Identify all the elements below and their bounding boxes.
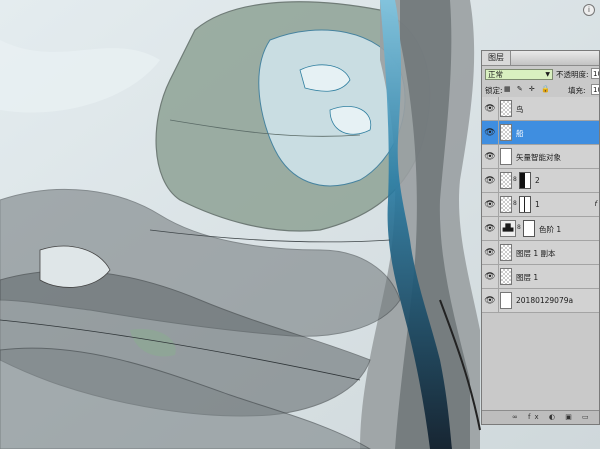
layer-row[interactable]: 👁 船 [482,121,599,145]
layer-thumbnail [500,196,512,213]
layer-name: 船 [516,129,524,138]
layer-name: 图层 1 副本 [516,249,556,258]
layer-name: 20180129079a [516,296,574,305]
eye-icon[interactable]: 👁 [484,151,496,163]
lock-label: 锁定: [485,86,503,95]
chain-link-icon: 8 [513,176,517,183]
eye-icon[interactable]: 👁 [484,223,496,235]
layer-name: 色阶 1 [539,225,562,234]
blend-mode-select[interactable]: 正常 ▼ [485,69,553,80]
layer-row[interactable]: 👁 8 2 [482,169,599,193]
layer-thumbnail [500,268,512,285]
levels-adjustment-icon: ▟▙ [500,220,516,237]
info-icon: i [588,6,590,14]
layer-row[interactable]: 👁 鸟 [482,97,599,121]
layer-mask-thumbnail[interactable] [519,172,531,189]
panel-footer-toolbar[interactable]: ∞ fx ◐ ▣ ▭ ❐ 🗑 [482,410,599,424]
lock-row: 锁定: ▦ ✎ ✛ 🔒 填充: 100 [482,83,599,98]
layer-thumbnail [500,172,512,189]
layer-thumbnail [500,292,512,309]
chain-link-icon: 8 [517,224,521,231]
footer-action-icons[interactable]: ∞ fx ◐ ▣ ▭ ❐ 🗑 [512,413,593,424]
tab-layers[interactable]: 图层 [482,51,511,65]
eye-icon[interactable]: 👁 [484,271,496,283]
eye-icon[interactable]: 👁 [484,175,496,187]
eye-icon[interactable]: 👁 [484,295,496,307]
lock-options-icons[interactable]: ▦ ✎ ✛ 🔒 [504,85,552,93]
smart-object-thumbnail [500,148,512,165]
info-button[interactable]: i [583,4,595,16]
layer-row[interactable]: 👁 图层 1 [482,265,599,289]
panel-tab-bar: 图层 [482,51,599,66]
layer-name: 1 [535,200,540,209]
layer-row[interactable]: 👁 8 1 f [482,193,599,217]
layer-row[interactable]: 👁 20180129079a [482,289,599,313]
layer-row[interactable]: 👁 矢量智能对象 [482,145,599,169]
fill-input[interactable]: 100 [591,84,599,95]
eye-icon[interactable]: 👁 [484,247,496,259]
opacity-label: 不透明度: [556,70,589,79]
layer-row[interactable]: 👁 ▟▙ 8 色阶 1 [482,217,599,241]
blend-row: 正常 ▼ 不透明度: 100 [482,66,599,83]
eye-icon[interactable]: 👁 [484,127,496,139]
blend-mode-value: 正常 [488,70,503,79]
layer-list: 👁 鸟 👁 船 👁 矢量智能对象 👁 8 2 👁 8 1 f 👁 ▟▙ 8 色阶… [482,97,599,313]
chain-link-icon: 8 [513,200,517,207]
layer-thumbnail [500,124,512,141]
opacity-input[interactable]: 100 [591,68,599,79]
chevron-down-icon: ▼ [545,71,550,78]
layer-thumbnail [500,100,512,117]
layer-row[interactable]: 👁 图层 1 副本 [482,241,599,265]
eye-icon[interactable]: 👁 [484,199,496,211]
layer-name: 鸟 [516,105,524,114]
layer-mask-thumbnail[interactable] [523,220,535,237]
eye-icon[interactable]: 👁 [484,103,496,115]
layers-panel: 图层 正常 ▼ 不透明度: 100 锁定: ▦ ✎ ✛ 🔒 填充: 100 👁 … [481,50,600,425]
layer-thumbnail [500,244,512,261]
layer-name: 图层 1 [516,273,539,282]
layer-mask-thumbnail[interactable] [519,196,531,213]
layer-name: 2 [535,176,540,185]
layer-name: 矢量智能对象 [516,153,561,162]
fill-label: 填充: [568,86,586,95]
fx-indicator[interactable]: f [595,200,597,208]
